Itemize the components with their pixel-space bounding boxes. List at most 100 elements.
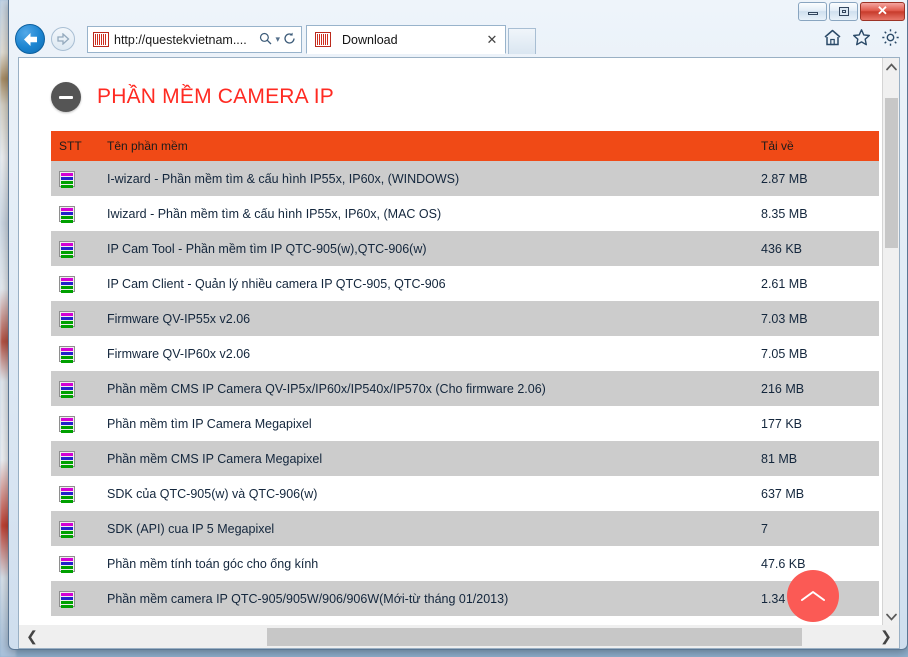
row-icon-cell xyxy=(51,380,107,398)
tab-title: Download xyxy=(342,32,398,47)
archive-icon[interactable] xyxy=(59,380,75,398)
archive-icon[interactable] xyxy=(59,240,75,258)
row-software-name: Phần mềm CMS IP Camera QV-IP5x/IP60x/IP5… xyxy=(107,381,546,396)
window-titlebar[interactable]: ✕ xyxy=(9,0,908,22)
row-software-name: Firmware QV-IP60x v2.06 xyxy=(107,346,251,361)
row-icon-cell xyxy=(51,485,107,503)
row-icon-cell xyxy=(51,590,107,608)
table-row[interactable]: Phần mềm tìm IP Camera Megapixel 177 KB xyxy=(51,406,879,441)
row-icon-cell xyxy=(51,240,107,258)
forward-button[interactable] xyxy=(51,27,75,51)
favorites-star-icon[interactable] xyxy=(852,28,872,48)
row-software-name: Firmware QV-IP55x v2.06 xyxy=(107,311,251,326)
browser-toolbar: http://questekvietnam.... ▾ Download ✕ xyxy=(9,22,908,57)
back-button[interactable] xyxy=(15,24,45,54)
new-tab-button[interactable] xyxy=(508,28,536,54)
archive-icon[interactable] xyxy=(59,450,75,468)
archive-icon[interactable] xyxy=(59,555,75,573)
refresh-icon[interactable] xyxy=(281,32,298,48)
horizontal-scrollbar-track[interactable] xyxy=(45,626,873,648)
row-icon-cell xyxy=(51,555,107,573)
archive-icon[interactable] xyxy=(59,170,75,188)
archive-icon[interactable] xyxy=(59,275,75,293)
address-bar[interactable]: http://questekvietnam.... ▾ xyxy=(87,26,302,53)
table-row[interactable]: SDK của QTC-905(w) và QTC-906(w) 637 MB xyxy=(51,476,879,511)
toolbar-icons xyxy=(823,28,901,48)
address-bar-url[interactable]: http://questekvietnam.... xyxy=(114,33,257,47)
close-button[interactable]: ✕ xyxy=(860,1,905,21)
tab-close-icon[interactable]: ✕ xyxy=(485,32,499,48)
table-body: I-wizard - Phần mềm tìm & cấu hình IP55x… xyxy=(51,161,879,616)
row-icon-cell xyxy=(51,415,107,433)
archive-icon[interactable] xyxy=(59,345,75,363)
search-icon[interactable] xyxy=(257,32,274,48)
row-file-size: 637 MB xyxy=(761,486,805,501)
row-software-name: Iwizard - Phần mềm tìm & cấu hình IP55x,… xyxy=(107,206,442,221)
archive-icon[interactable] xyxy=(59,415,75,433)
tab-favicon-icon xyxy=(315,32,331,47)
restore-button[interactable] xyxy=(829,1,858,21)
row-icon-cell xyxy=(51,520,107,538)
archive-icon[interactable] xyxy=(59,485,75,503)
archive-icon[interactable] xyxy=(59,590,75,608)
web-page-content: PHẦN MỀM CAMERA IP STT Tên phần mềm Tải … xyxy=(19,58,884,625)
row-software-name: IP Cam Tool - Phần mềm tìm IP QTC-905(w)… xyxy=(107,241,427,256)
scroll-up-arrow[interactable] xyxy=(883,58,899,75)
row-file-size: 2.87 MB xyxy=(761,171,808,186)
row-file-size: 7 xyxy=(761,521,768,536)
home-icon[interactable] xyxy=(823,28,843,48)
table-row[interactable]: Firmware QV-IP55x v2.06 7.03 MB xyxy=(51,301,879,336)
horizontal-scrollbar[interactable]: ❮ ❯ xyxy=(18,625,900,649)
column-header-stt: STT xyxy=(59,139,82,153)
collapse-minus-icon[interactable] xyxy=(51,82,81,112)
table-row[interactable]: IP Cam Tool - Phần mềm tìm IP QTC-905(w)… xyxy=(51,231,879,266)
table-row[interactable]: I-wizard - Phần mềm tìm & cấu hình IP55x… xyxy=(51,161,879,196)
page-header: PHẦN MỀM CAMERA IP xyxy=(51,82,334,112)
row-icon-cell xyxy=(51,205,107,223)
window-controls: ✕ xyxy=(796,1,905,21)
row-software-name: SDK của QTC-905(w) và QTC-906(w) xyxy=(107,486,318,501)
row-software-name: Phần mềm tìm IP Camera Megapixel xyxy=(107,416,312,431)
row-software-name: Phần mềm camera IP QTC-905/905W/906/906W… xyxy=(107,591,509,606)
row-file-size: 47.6 KB xyxy=(761,556,806,571)
scroll-right-arrow[interactable]: ❯ xyxy=(873,626,899,648)
vertical-scrollbar[interactable] xyxy=(882,58,899,625)
row-file-size: 7.03 MB xyxy=(761,311,808,326)
settings-gear-icon[interactable] xyxy=(881,28,901,48)
scroll-down-arrow[interactable] xyxy=(883,608,899,625)
table-row[interactable]: Phần mềm camera IP QTC-905/905W/906/906W… xyxy=(51,581,879,616)
row-software-name: I-wizard - Phần mềm tìm & cấu hình IP55x… xyxy=(107,171,460,186)
scroll-to-top-button[interactable] xyxy=(787,570,839,622)
table-row[interactable]: SDK (API) cua IP 5 Megapixel 7 xyxy=(51,511,879,546)
row-file-size: 177 KB xyxy=(761,416,803,431)
row-software-name: Phần mềm CMS IP Camera Megapixel xyxy=(107,451,323,466)
horizontal-scrollbar-thumb[interactable] xyxy=(267,627,802,646)
browser-window: ✕ http://questekvietnam.... ▾ Download ✕… xyxy=(8,0,908,650)
archive-icon[interactable] xyxy=(59,310,75,328)
row-icon-cell xyxy=(51,310,107,328)
tab-download[interactable]: Download ✕ xyxy=(306,25,506,54)
minimize-button[interactable] xyxy=(798,1,827,21)
table-row[interactable]: Iwizard - Phần mềm tìm & cấu hình IP55x,… xyxy=(51,196,879,231)
row-icon-cell xyxy=(51,170,107,188)
table-row[interactable]: Phần mềm CMS IP Camera QV-IP5x/IP60x/IP5… xyxy=(51,371,879,406)
archive-icon[interactable] xyxy=(59,520,75,538)
vertical-scrollbar-thumb[interactable] xyxy=(885,98,898,248)
scroll-left-arrow[interactable]: ❮ xyxy=(19,626,45,648)
row-software-name: SDK (API) cua IP 5 Megapixel xyxy=(107,521,275,536)
row-file-size: 81 MB xyxy=(761,451,798,466)
table-row[interactable]: IP Cam Client - Quản lý nhiều camera IP … xyxy=(51,266,879,301)
archive-icon[interactable] xyxy=(59,205,75,223)
row-software-name: IP Cam Client - Quản lý nhiều camera IP … xyxy=(107,276,446,291)
row-icon-cell xyxy=(51,345,107,363)
table-row[interactable]: Phần mềm CMS IP Camera Megapixel 81 MB xyxy=(51,441,879,476)
page-title: PHẦN MỀM CAMERA IP xyxy=(97,85,334,108)
table-row[interactable]: Phần mềm tính toán góc cho ống kính 47.6 … xyxy=(51,546,879,581)
table-row[interactable]: Firmware QV-IP60x v2.06 7.05 MB xyxy=(51,336,879,371)
column-header-download: Tải về xyxy=(761,139,794,153)
row-file-size: 7.05 MB xyxy=(761,346,808,361)
row-icon-cell xyxy=(51,450,107,468)
row-file-size: 8.35 MB xyxy=(761,206,808,221)
row-software-name: Phần mềm tính toán góc cho ống kính xyxy=(107,556,319,571)
site-favicon-icon xyxy=(93,32,109,47)
